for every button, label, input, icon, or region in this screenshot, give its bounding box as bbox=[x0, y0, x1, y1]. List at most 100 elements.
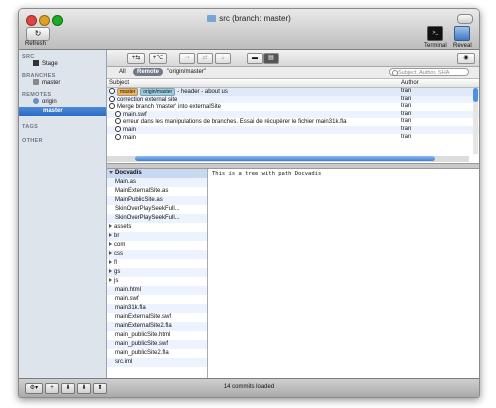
refresh-button[interactable]: ↻ bbox=[26, 27, 50, 41]
file-item[interactable]: src.iml bbox=[107, 358, 207, 367]
eye-icon: ◉ bbox=[463, 55, 469, 61]
commit-rows: master origin/master - header - about us t… bbox=[107, 88, 479, 141]
file-item[interactable]: main.swf bbox=[107, 295, 207, 304]
file-item[interactable]: main_publicSite2.fla bbox=[107, 349, 207, 358]
commit-list-scroll-thumb[interactable] bbox=[473, 88, 478, 102]
toolbar-toggle-button[interactable] bbox=[457, 14, 473, 24]
sidebar-item-master-branch[interactable]: master bbox=[19, 79, 106, 88]
file-tree: Docvadis Main.as MainExternalSite.as Mai… bbox=[107, 169, 208, 378]
cherry-pick-icon: ⇣ bbox=[220, 55, 226, 61]
file-item[interactable]: MainExternalSite.as bbox=[107, 187, 207, 196]
bottom-bar: ⚙▾ + ⬇ ⬇ ⬆ 14 commits loaded bbox=[19, 378, 479, 397]
commit-subject: main bbox=[123, 126, 137, 133]
sidebar-item-stage-label: Stage bbox=[42, 61, 58, 67]
commit-author: tran bbox=[401, 88, 412, 94]
sidebar-item-stage[interactable]: Stage bbox=[19, 60, 106, 69]
rebase-button[interactable]: ⇄ bbox=[197, 53, 213, 64]
folder-label: js bbox=[114, 278, 119, 284]
view-list-button[interactable]: ▬ bbox=[247, 53, 263, 64]
commit-row[interactable]: correction external site tran bbox=[107, 95, 479, 104]
folder-label: fl bbox=[114, 260, 117, 266]
eye-button[interactable]: ◉ bbox=[457, 53, 475, 64]
title-bar: src (branch: master) ↻ Refresh >_ Termin… bbox=[19, 9, 479, 50]
tree-view-icon: ▤ bbox=[268, 55, 274, 61]
branch-icon bbox=[33, 79, 39, 85]
file-item[interactable]: mainExternalSite.swf bbox=[107, 313, 207, 322]
commit-author: tran bbox=[401, 125, 412, 132]
file-item[interactable]: main_publicSite.swf bbox=[107, 340, 207, 349]
file-item[interactable]: Main.as bbox=[107, 178, 207, 187]
remote-icon bbox=[33, 98, 39, 104]
merge-button[interactable]: ⇢ bbox=[179, 53, 195, 64]
graph-node-icon bbox=[115, 118, 121, 125]
window-title-wrap: src (branch: master) bbox=[19, 14, 479, 23]
commit-row[interactable]: main tran bbox=[107, 133, 479, 142]
file-item[interactable]: mainExternalSite2.fla bbox=[107, 322, 207, 331]
branch-button[interactable]: +⌥ bbox=[149, 53, 167, 64]
commit-subject: erreur dans les manipulations de branche… bbox=[123, 119, 347, 126]
sidebar-heading-other: OTHER bbox=[22, 138, 43, 144]
commit-row[interactable]: Merge branch 'master' into externalSite … bbox=[107, 103, 479, 111]
search-field[interactable]: Subject, Author, SHA bbox=[389, 68, 469, 76]
file-item[interactable]: main_publicSite.html bbox=[107, 331, 207, 340]
file-tree-root[interactable]: Docvadis bbox=[107, 169, 207, 178]
commit-list-scrollbar[interactable] bbox=[473, 88, 478, 154]
file-content-text: This is a tree with path Docvadis bbox=[212, 171, 322, 177]
file-item[interactable]: SkinOverPlaySeekFull... bbox=[107, 214, 207, 223]
commit-list-horizontal-scrollbar[interactable] bbox=[107, 156, 469, 162]
horizontal-scroll-thumb[interactable] bbox=[135, 156, 435, 161]
filter-ref[interactable]: "origin/master" bbox=[163, 68, 210, 76]
folder-label: gs bbox=[114, 269, 121, 275]
disclosure-closed-icon bbox=[109, 278, 112, 282]
author-column-header[interactable]: Author bbox=[401, 79, 419, 87]
folder-item[interactable]: com bbox=[107, 241, 207, 250]
folder-item[interactable]: js bbox=[107, 277, 207, 286]
folder-item[interactable]: assets bbox=[107, 223, 207, 232]
commit-subject: main bbox=[123, 134, 137, 141]
folder-label: css bbox=[114, 251, 123, 257]
commit-subject: Merge branch 'master' into externalSite bbox=[117, 104, 222, 111]
commit-subject: main.swf bbox=[123, 111, 147, 118]
disclosure-closed-icon bbox=[109, 233, 112, 237]
file-content-view[interactable]: This is a tree with path Docvadis bbox=[208, 169, 479, 378]
sidebar-item-origin-master[interactable]: master bbox=[19, 107, 106, 116]
file-item[interactable]: main31k.fla bbox=[107, 304, 207, 313]
filter-remote[interactable]: Remote bbox=[133, 68, 164, 76]
merge-icon: ⇢ bbox=[184, 55, 190, 61]
sidebar-item-origin-label: origin bbox=[42, 99, 57, 105]
commit-row[interactable]: erreur dans les manipulations de branche… bbox=[107, 118, 479, 126]
commit-button[interactable]: +⇆ bbox=[127, 53, 145, 64]
graph-node-icon bbox=[115, 133, 121, 140]
commit-row[interactable]: master origin/master - header - about us t… bbox=[107, 88, 479, 96]
folder-item[interactable]: br bbox=[107, 232, 207, 241]
sidebar-item-origin[interactable]: origin bbox=[19, 98, 106, 107]
folder-item[interactable]: gs bbox=[107, 268, 207, 277]
cherry-pick-button[interactable]: ⇣ bbox=[215, 53, 231, 64]
file-item[interactable]: MainPublicSite.as bbox=[107, 196, 207, 205]
commit-row[interactable]: main tran bbox=[107, 125, 479, 134]
terminal-icon: >_ bbox=[427, 26, 444, 41]
window-title: src (branch: master) bbox=[219, 14, 291, 23]
view-tree-button[interactable]: ▤ bbox=[263, 53, 279, 64]
disclosure-open-icon bbox=[109, 171, 113, 174]
sidebar-heading-tags[interactable]: TAGS bbox=[19, 124, 106, 130]
refresh-icon: ↻ bbox=[34, 29, 42, 38]
terminal-button[interactable]: >_ Terminal bbox=[424, 26, 447, 49]
commit-author: tran bbox=[401, 95, 412, 102]
subject-column-header[interactable]: Subject bbox=[109, 79, 129, 87]
reveal-label: Reveal bbox=[453, 43, 472, 49]
file-item[interactable]: SkinOverPlaySeekFull... bbox=[107, 205, 207, 214]
file-item[interactable]: main.html bbox=[107, 286, 207, 295]
folder-item[interactable]: css bbox=[107, 250, 207, 259]
commit-author: tran bbox=[401, 133, 412, 140]
commit-row[interactable]: main.swf tran bbox=[107, 110, 479, 119]
stage-icon bbox=[33, 60, 39, 66]
commit-list-header: Subject Author bbox=[107, 79, 479, 88]
folder-label: com bbox=[114, 242, 126, 248]
filter-bar: All Remote "origin/master" Subject, Auth… bbox=[107, 67, 479, 79]
reveal-button[interactable]: Reveal bbox=[453, 26, 472, 49]
branch-icon: +⌥ bbox=[152, 55, 164, 61]
folder-item[interactable]: fl bbox=[107, 259, 207, 268]
folder-icon bbox=[207, 15, 217, 22]
filter-all[interactable]: All bbox=[115, 68, 130, 76]
